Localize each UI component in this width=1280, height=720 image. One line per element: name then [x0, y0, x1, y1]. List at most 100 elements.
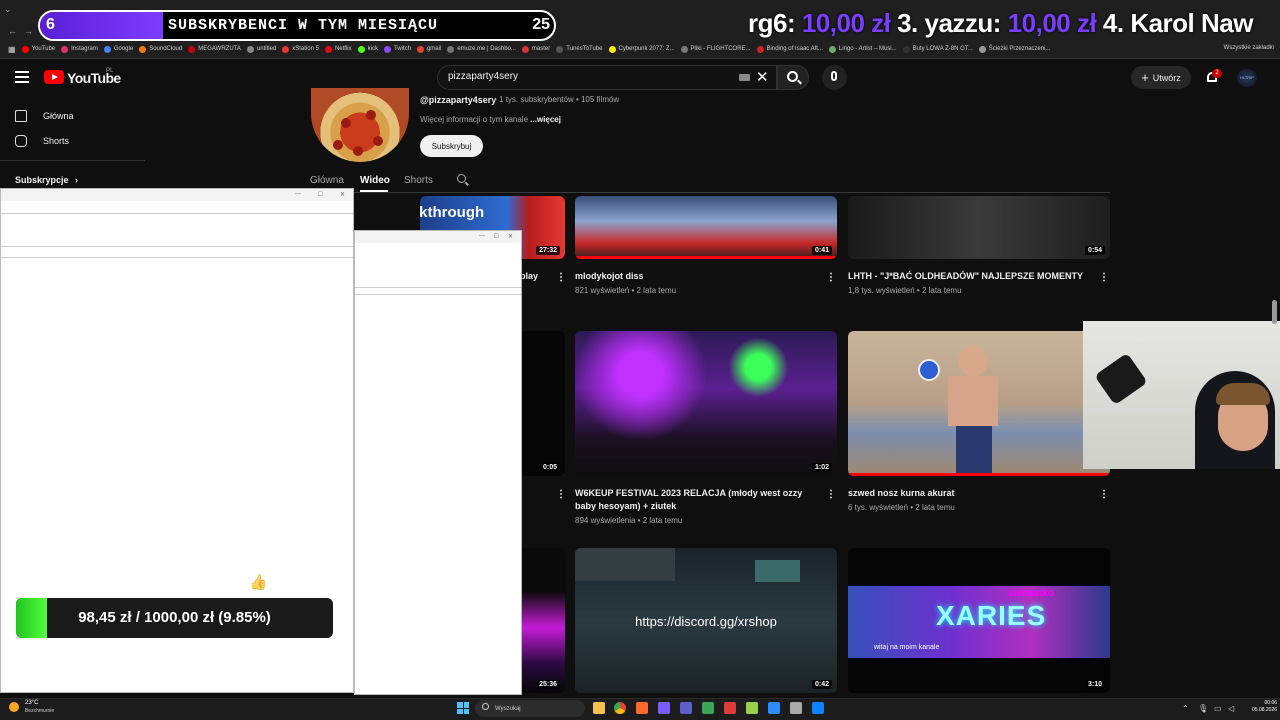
donation-goal-text: 98,45 zł / 1000,00 zł (9.85%) [78, 609, 271, 626]
video-thumbnail[interactable]: https://discord.gg/xrshop 0:42 [575, 548, 837, 693]
bookmark-item[interactable]: Ścieżki Przeznaczeni... [978, 45, 1050, 53]
app-icon[interactable] [812, 702, 824, 714]
bookmark-item[interactable]: TunesToTube [556, 45, 603, 53]
bookmark-item[interactable]: Pliki - FLIGHTCORE... [680, 45, 751, 53]
more-options-icon[interactable]: ⋮ [556, 489, 566, 500]
more-options-icon[interactable]: ⋮ [826, 489, 836, 500]
bookmark-item[interactable]: untitled [246, 45, 276, 53]
bookmark-item[interactable]: gmail [416, 45, 441, 53]
taskbar-search-input[interactable]: Wyszukaj [475, 700, 585, 717]
bookmark-item[interactable]: emuze.me | Dashbo... [447, 45, 516, 53]
video-thumbnail[interactable]: 1:02 [575, 331, 837, 476]
more-options-icon[interactable]: ⋮ [826, 272, 836, 283]
bookmark-item[interactable]: Twitch [383, 45, 411, 53]
minimize-icon[interactable]: — [479, 233, 485, 239]
subscribe-button[interactable]: Subskrybuj [420, 135, 483, 157]
apps-grid-icon[interactable]: ▦ [8, 45, 16, 54]
tab-list-chevron-icon[interactable]: ⌄ [4, 4, 12, 15]
back-arrow-icon[interactable]: ← [8, 26, 17, 36]
video-thumbnail[interactable]: 25:36 [520, 548, 565, 693]
video-thumbnail[interactable]: 0:41 [575, 196, 837, 259]
bookmark-item[interactable]: xStation 5 [282, 45, 319, 53]
discord-icon[interactable] [658, 702, 670, 714]
bookmark-item[interactable]: Instagram [61, 45, 98, 53]
bookmark-item[interactable]: YouTube [21, 45, 55, 53]
forward-arrow-icon[interactable]: → [24, 26, 33, 36]
video-thumbnail[interactable]: 0:05 [520, 331, 565, 476]
youtube-logo-icon[interactable] [44, 70, 64, 84]
hamburger-menu-icon[interactable] [15, 71, 29, 83]
bookmark-item[interactable]: Netflix [324, 45, 352, 53]
search-button[interactable] [777, 65, 809, 90]
bookmark-item[interactable]: Cyberpunk 2077: Z... [608, 45, 675, 53]
app-icon[interactable] [702, 702, 714, 714]
maximize-icon[interactable]: ☐ [318, 191, 323, 198]
video-thumbnail[interactable]: 0:54 [848, 196, 1110, 259]
weather-sun-icon[interactable] [9, 702, 19, 712]
video-title[interactable]: szwed nosz kurna akurat [848, 487, 955, 500]
bookmark-item[interactable]: MEGAWRZUTA [188, 45, 241, 53]
sidebar-item-shorts[interactable]: Shorts [0, 128, 145, 153]
page-scrollbar[interactable] [1272, 300, 1277, 324]
taskbar-clock[interactable]: 00:06 05.08.2026 [1252, 700, 1277, 714]
tab-home[interactable]: Główna [310, 175, 344, 186]
file-explorer-icon[interactable] [593, 702, 605, 714]
sidebar-subscriptions-header[interactable]: Subskrypcje › [15, 175, 78, 185]
teams-icon[interactable] [680, 702, 692, 714]
sidebar-item-home[interactable]: Główna [0, 103, 145, 128]
tray-network-icon[interactable]: ▭ [1214, 704, 1222, 713]
bookmark-item[interactable]: Binding of Isaac Aft... [756, 45, 823, 53]
ticker-donor-name: 3. yazzu: [897, 8, 1008, 38]
more-options-icon[interactable]: ⋮ [1099, 272, 1109, 283]
bookmark-item[interactable]: kick [357, 45, 378, 53]
app-icon[interactable] [746, 702, 758, 714]
maximize-icon[interactable]: ☐ [494, 233, 499, 240]
bookmark-item[interactable]: Google [103, 45, 133, 53]
tray-mic-icon[interactable]: 🎙 [1198, 704, 1208, 713]
video-thumbnail[interactable] [848, 331, 1110, 476]
all-bookmarks-link[interactable]: Wszystkie zakładki [1224, 45, 1274, 51]
windows-start-icon[interactable] [457, 702, 469, 714]
bookmark-item[interactable]: Lingo - Artist – Musi... [828, 45, 897, 53]
tab-videos[interactable]: Wideo [360, 175, 390, 186]
bookmark-favicon-icon [556, 45, 564, 53]
tray-chevron-icon[interactable]: ⌃ [1182, 704, 1189, 713]
keyboard-icon[interactable] [739, 74, 750, 81]
bookmark-item[interactable]: Buty LOWA Z-8N GT... [902, 45, 973, 53]
tabs-divider [300, 192, 1110, 193]
tab-shorts[interactable]: Shorts [404, 175, 433, 186]
search-input-value[interactable]: pizzaparty4sery [448, 71, 518, 82]
channel-avatar[interactable] [311, 88, 409, 162]
channel-search-icon[interactable] [457, 174, 469, 186]
channel-more-info[interactable]: Więcej informacji o tym kanale ...więcej [420, 115, 561, 124]
settings-gear-icon[interactable] [790, 702, 802, 714]
bookmark-item[interactable]: master [521, 45, 550, 53]
voice-search-button[interactable] [822, 65, 847, 90]
sub-goal-fill [40, 12, 164, 39]
more-options-icon[interactable]: ⋮ [1099, 489, 1109, 500]
create-button[interactable]: + Utwórz [1131, 66, 1191, 89]
app-icon[interactable] [636, 702, 648, 714]
video-title[interactable]: mlodykojot diss [575, 270, 644, 283]
thumbnail-panel [755, 560, 800, 582]
bookmark-favicon-icon [357, 45, 365, 53]
video-title[interactable]: W6KEUP FESTIVAL 2023 RELACJA (młody west… [575, 487, 825, 513]
bookmark-label: MEGAWRZUTA [198, 46, 241, 52]
app-icon[interactable] [768, 702, 780, 714]
bookmark-favicon-icon [246, 45, 254, 53]
tray-volume-icon[interactable]: ◁ [1228, 704, 1234, 713]
video-title[interactable]: LHTH - "J*BAĆ OLDHEADÓW" NAJLEPSZE MOMEN… [848, 270, 1098, 283]
app-icon[interactable] [724, 702, 736, 714]
clear-search-icon[interactable]: ✕ [756, 68, 769, 86]
video-thumbnail[interactable]: XARIES siemanko witaj na moim kanale 3:1… [848, 548, 1110, 693]
blank-window-back[interactable]: — ☐ ✕ [354, 230, 522, 695]
chrome-icon[interactable] [614, 702, 626, 714]
close-icon[interactable]: ✕ [340, 191, 345, 198]
more-options-icon[interactable]: ⋮ [556, 272, 566, 283]
bookmark-item[interactable]: SoundCloud [139, 45, 182, 53]
more-info-link[interactable]: ...więcej [530, 115, 561, 124]
video-title[interactable]: play [520, 270, 538, 283]
account-avatar[interactable]: HLTRIP [1237, 69, 1257, 87]
minimize-icon[interactable]: — [295, 191, 301, 197]
close-icon[interactable]: ✕ [508, 233, 513, 240]
